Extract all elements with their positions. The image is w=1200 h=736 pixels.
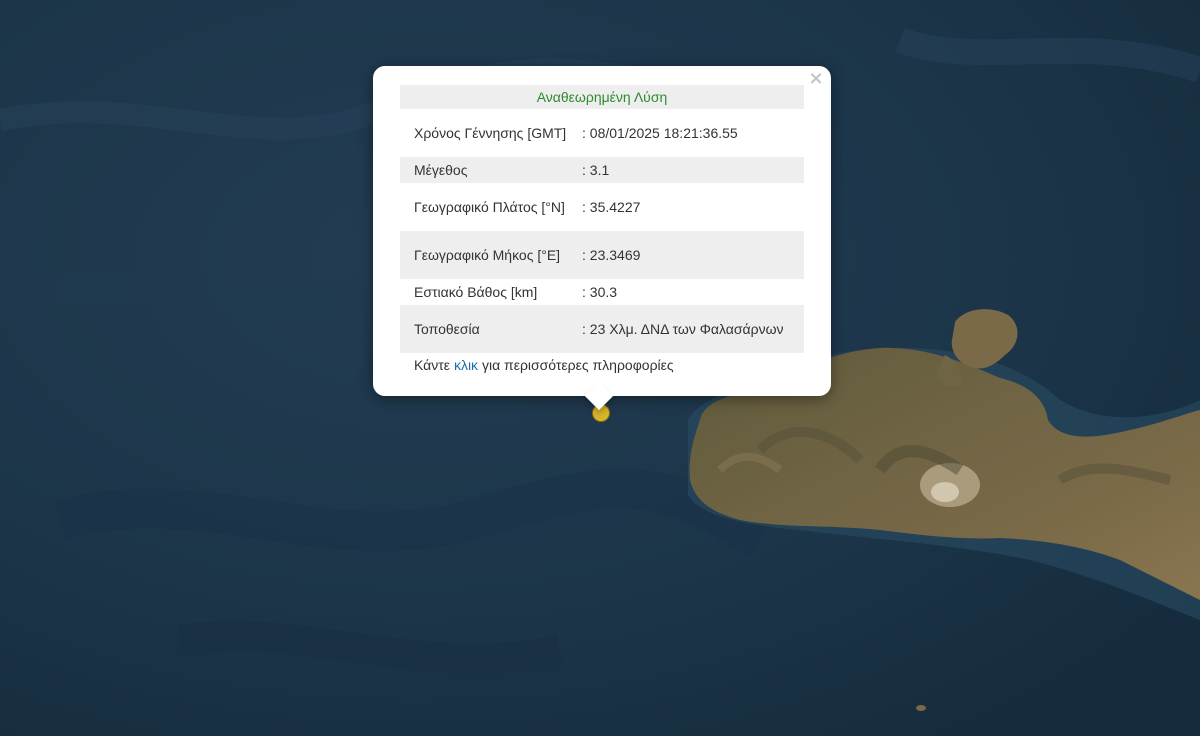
table-row: Γεωγραφικό Μήκος [°E] : 23.3469: [400, 231, 804, 279]
event-details-table: Χρόνος Γέννησης [GMT] : 08/01/2025 18:21…: [400, 109, 804, 353]
table-row: Εστιακό Βάθος [km] : 30.3: [400, 279, 804, 305]
location-label: Τοποθεσία: [414, 320, 480, 337]
footer-suffix: για περισσότερες πληροφορίες: [481, 357, 674, 373]
table-row: Χρόνος Γέννησης [GMT] : 08/01/2025 18:21…: [400, 109, 804, 157]
origin-time-label: Χρόνος Γέννησης [GMT]: [414, 124, 567, 141]
popup-header: Αναθεωρημένη Λύση: [400, 85, 804, 109]
more-info-link[interactable]: κλικ: [454, 357, 478, 373]
longitude-value: : 23.3469: [582, 246, 641, 263]
footer-prefix: Κάντε: [414, 357, 451, 373]
origin-time-value: : 08/01/2025 18:21:36.55: [582, 124, 738, 141]
table-row: Μέγεθος : 3.1: [400, 157, 804, 183]
magnitude-label: Μέγεθος: [414, 161, 468, 178]
latitude-label: Γεωγραφικό Πλάτος [°N]: [414, 198, 565, 215]
depth-value: : 30.3: [582, 283, 618, 300]
depth-label: Εστιακό Βάθος [km]: [414, 283, 538, 300]
location-value: : 23 Χλμ. ΔΝΔ των Φαλασάρνων: [582, 320, 784, 337]
table-row: Γεωγραφικό Πλάτος [°N] : 35.4227: [400, 183, 804, 231]
popup-content: Αναθεωρημένη Λύση Χρόνος Γέννησης [GMT] …: [400, 85, 804, 375]
map-view[interactable]: × Αναθεωρημένη Λύση Χρόνος Γέννησης [GMT…: [0, 0, 1200, 736]
magnitude-value: : 3.1: [582, 161, 610, 178]
longitude-label: Γεωγραφικό Μήκος [°E]: [414, 246, 561, 263]
close-icon[interactable]: ×: [807, 70, 825, 88]
earthquake-info-popup: × Αναθεωρημένη Λύση Χρόνος Γέννησης [GMT…: [373, 66, 831, 411]
latitude-value: : 35.4227: [582, 198, 641, 215]
more-info-text: Κάντε κλικ για περισσότερες πληροφορίες: [400, 355, 804, 375]
table-row: Τοποθεσία : 23 Χλμ. ΔΝΔ των Φαλασάρνων: [400, 305, 804, 353]
